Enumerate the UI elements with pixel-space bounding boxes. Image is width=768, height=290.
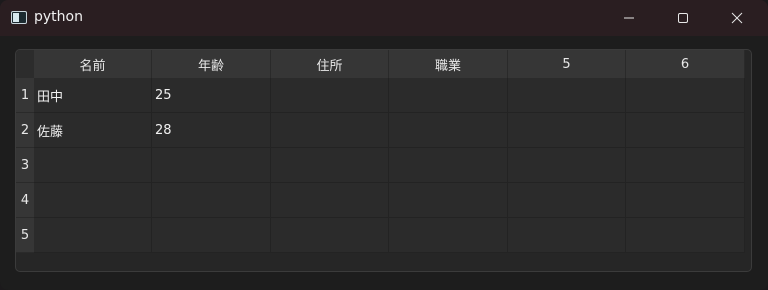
table-cell[interactable] (389, 113, 508, 148)
table-cell[interactable] (152, 183, 271, 218)
table-cell[interactable] (508, 78, 626, 113)
table-cell[interactable]: 25 (152, 78, 271, 113)
table-cell[interactable] (271, 183, 389, 218)
table-cell[interactable]: 28 (152, 113, 271, 148)
table-cell[interactable] (271, 148, 389, 183)
column-header: 名前 年齢 住所 職業 5 6 (34, 50, 745, 78)
table-row: 佐藤 28 (34, 113, 745, 148)
window-app-icon (11, 11, 27, 24)
table-cell[interactable] (626, 218, 745, 253)
window-title: python (34, 9, 83, 25)
minimize-button[interactable] (606, 0, 652, 36)
row-header-cell[interactable]: 1 (16, 78, 34, 113)
table-row (34, 183, 745, 218)
table-row (34, 218, 745, 253)
table-cell[interactable] (34, 148, 152, 183)
table-cell[interactable] (508, 218, 626, 253)
table-cell[interactable] (34, 218, 152, 253)
table-widget[interactable]: 名前 年齢 住所 職業 5 6 1 2 3 4 5 田中 25 佐藤 28 (15, 49, 752, 272)
maximize-icon (678, 13, 688, 23)
column-header-cell[interactable]: 名前 (34, 50, 152, 78)
table-cell[interactable] (626, 113, 745, 148)
table-grid: 田中 25 佐藤 28 (34, 78, 745, 253)
row-header-cell[interactable]: 3 (16, 148, 34, 183)
row-header: 1 2 3 4 5 (16, 78, 34, 253)
table-cell[interactable] (626, 78, 745, 113)
table-cell[interactable] (152, 148, 271, 183)
row-header-cell[interactable]: 5 (16, 218, 34, 253)
table-cell[interactable]: 佐藤 (34, 113, 152, 148)
column-header-cell[interactable]: 6 (626, 50, 745, 78)
table-cell[interactable] (508, 113, 626, 148)
table-cell[interactable] (389, 148, 508, 183)
minimize-icon (624, 17, 634, 19)
table-cell[interactable] (271, 113, 389, 148)
column-header-cell[interactable]: 年齢 (152, 50, 271, 78)
row-header-cell[interactable]: 2 (16, 113, 34, 148)
table-cell[interactable] (626, 148, 745, 183)
table-row (34, 148, 745, 183)
close-icon (731, 12, 743, 24)
maximize-button[interactable] (660, 0, 706, 36)
title-bar[interactable]: python (0, 0, 768, 36)
table-row: 田中 25 (34, 78, 745, 113)
table-cell[interactable] (271, 218, 389, 253)
table-cell[interactable] (152, 218, 271, 253)
table-cell[interactable] (389, 218, 508, 253)
column-header-cell[interactable]: 職業 (389, 50, 508, 78)
table-corner-button[interactable] (16, 50, 34, 78)
app-window: python 名前 年齢 住所 職業 5 6 1 2 3 4 5 田中 25 佐… (0, 0, 768, 290)
close-button[interactable] (714, 0, 760, 36)
row-header-cell[interactable]: 4 (16, 183, 34, 218)
table-cell[interactable] (508, 148, 626, 183)
table-cell[interactable]: 田中 (34, 78, 152, 113)
table-cell[interactable] (34, 183, 152, 218)
column-header-cell[interactable]: 住所 (271, 50, 389, 78)
column-header-cell[interactable]: 5 (508, 50, 626, 78)
table-cell[interactable] (626, 183, 745, 218)
table-cell[interactable] (508, 183, 626, 218)
table-cell[interactable] (271, 78, 389, 113)
table-cell[interactable] (389, 78, 508, 113)
table-cell[interactable] (389, 183, 508, 218)
